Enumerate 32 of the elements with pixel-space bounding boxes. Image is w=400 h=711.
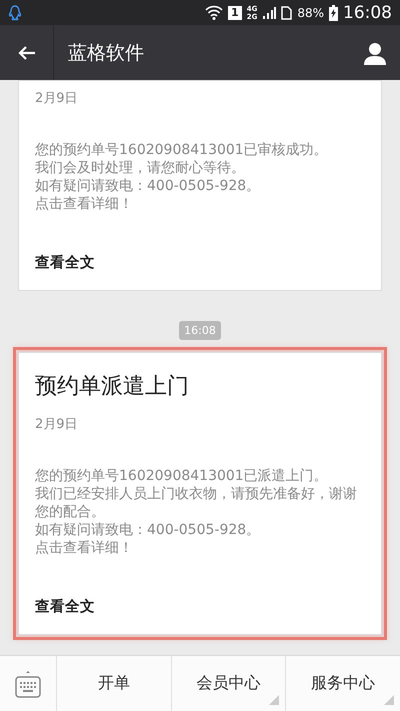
message-date: 2月9日 <box>35 416 79 433</box>
menu-button[interactable]: 开单 <box>57 656 172 711</box>
submenu-corner-icon <box>269 695 280 705</box>
person-icon <box>363 40 387 64</box>
clock-time: 16:08 <box>343 2 392 22</box>
signal-icon <box>262 6 276 20</box>
battery-percent: 88% <box>297 6 324 20</box>
message-text: 如有疑问请致电：400-0505-928。 <box>35 177 262 195</box>
read-more-link[interactable]: 查看全文 <box>35 253 95 272</box>
read-more-link[interactable]: 查看全文 <box>35 597 95 616</box>
message-title: 预约单派遣上门 <box>35 373 190 401</box>
battery-charging-icon <box>329 4 338 20</box>
message-text: 如有疑问请致电：400-0505-928。 <box>35 521 262 539</box>
sim-card-icon <box>281 6 292 20</box>
message-card[interactable]: 2月9日 您的预约单号16020908413001已审核成功。 我们会及时处理，请您耐心等待。 如有疑问请致电：400-0505-928。 点击查看详细！ 查看全文 <box>18 80 382 291</box>
back-arrow-icon <box>18 44 36 60</box>
submenu-corner-icon <box>384 695 394 705</box>
message-text: 我们已经安排人员上门收衣物，请预先准备好，谢谢您的配合。 <box>35 485 358 521</box>
message-time: 16:08 <box>179 321 221 340</box>
message-text: 我们会及时处理，请您耐心等待。 <box>35 159 246 177</box>
chat-title: 蓝格软件 <box>68 40 145 66</box>
message-date: 2月9日 <box>35 90 79 107</box>
message-text: 您的预约单号16020908413001已审核成功。 <box>35 141 329 159</box>
menu-button[interactable]: 服务中心 <box>286 656 400 711</box>
message-text: 您的预约单号16020908413001已派遣上门。 <box>35 467 329 485</box>
qq-penguin-icon <box>8 4 22 20</box>
sim-number: 1 <box>228 6 242 20</box>
message-text: 点击查看详细！ <box>35 539 134 557</box>
menu-button[interactable]: 会员中心 <box>172 656 286 711</box>
wifi-icon <box>205 4 224 20</box>
keyboard-icon <box>15 668 41 698</box>
message-text: 点击查看详细！ <box>35 195 134 213</box>
